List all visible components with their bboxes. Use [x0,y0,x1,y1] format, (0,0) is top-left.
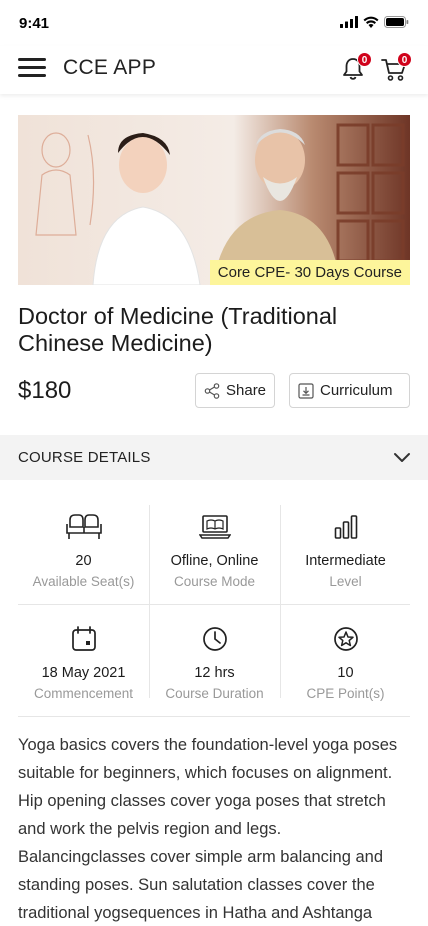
course-title: Doctor of Medicine (Traditional Chinese … [18,303,338,356]
app-header: CCE APP 0 0 [0,46,428,94]
curriculum-button[interactable]: Curriculum [289,373,410,408]
detail-label: Commencement [33,686,134,701]
detail-label: Level [329,574,362,589]
battery-icon [384,16,409,28]
download-icon [298,382,314,399]
chevron-down-icon [394,453,410,462]
signal-icon [340,16,358,28]
course-details-label: COURSE DETAILS [18,449,151,466]
star-circle-icon [280,625,411,653]
cart-badge: 0 [397,52,412,67]
detail-value: Ofline, Online [170,553,259,569]
share-label: Share [226,382,267,399]
detail-value: 12 hrs [194,665,235,681]
course-details-toggle[interactable]: COURSE DETAILS [0,435,428,480]
detail-duration: 12 hrs Course Duration [149,617,280,717]
detail-value: 10 [337,665,354,681]
detail-commencement: 18 May 2021 Commencement [18,617,149,717]
detail-value: 18 May 2021 [41,665,126,681]
course-price: $180 [18,377,72,404]
detail-label: CPE Point(s) [306,686,385,701]
detail-value: Intermediate [305,553,386,569]
detail-label: Course Mode [173,574,256,589]
share-icon [204,382,220,399]
notifications-button[interactable]: 0 [340,52,372,82]
clock-icon [149,625,280,653]
calendar-icon [18,625,149,653]
laptop-book-icon [149,513,280,541]
curriculum-label: Curriculum [320,382,393,399]
app-title: CCE APP [63,56,157,79]
bar-level-icon [280,513,411,541]
course-type-tag: Core CPE- 30 Days Course [209,260,410,285]
menu-icon[interactable] [18,58,46,78]
detail-mode: Ofline, Online Course Mode [149,505,280,605]
detail-level: Intermediate Level [280,505,411,605]
status-time: 9:41 [19,15,50,32]
notifications-badge: 0 [357,52,372,67]
detail-value: 20 [75,553,92,569]
wifi-icon [363,16,379,28]
detail-cpe-points: 10 CPE Point(s) [280,617,411,717]
detail-label: Course Duration [165,686,264,701]
seat-icon [18,513,149,541]
course-details-grid: 20 Available Seat(s) Ofline, Online Cour… [18,505,411,717]
detail-label: Available Seat(s) [32,574,135,589]
share-button[interactable]: Share [195,373,275,408]
cart-button[interactable]: 0 [380,52,412,82]
course-description: Yoga basics covers the foundation-level … [18,736,398,922]
detail-seats: 20 Available Seat(s) [18,505,149,605]
status-icons [340,16,409,28]
course-image: Core CPE- 30 Days Course [18,115,410,285]
status-bar: 9:41 [0,0,428,46]
